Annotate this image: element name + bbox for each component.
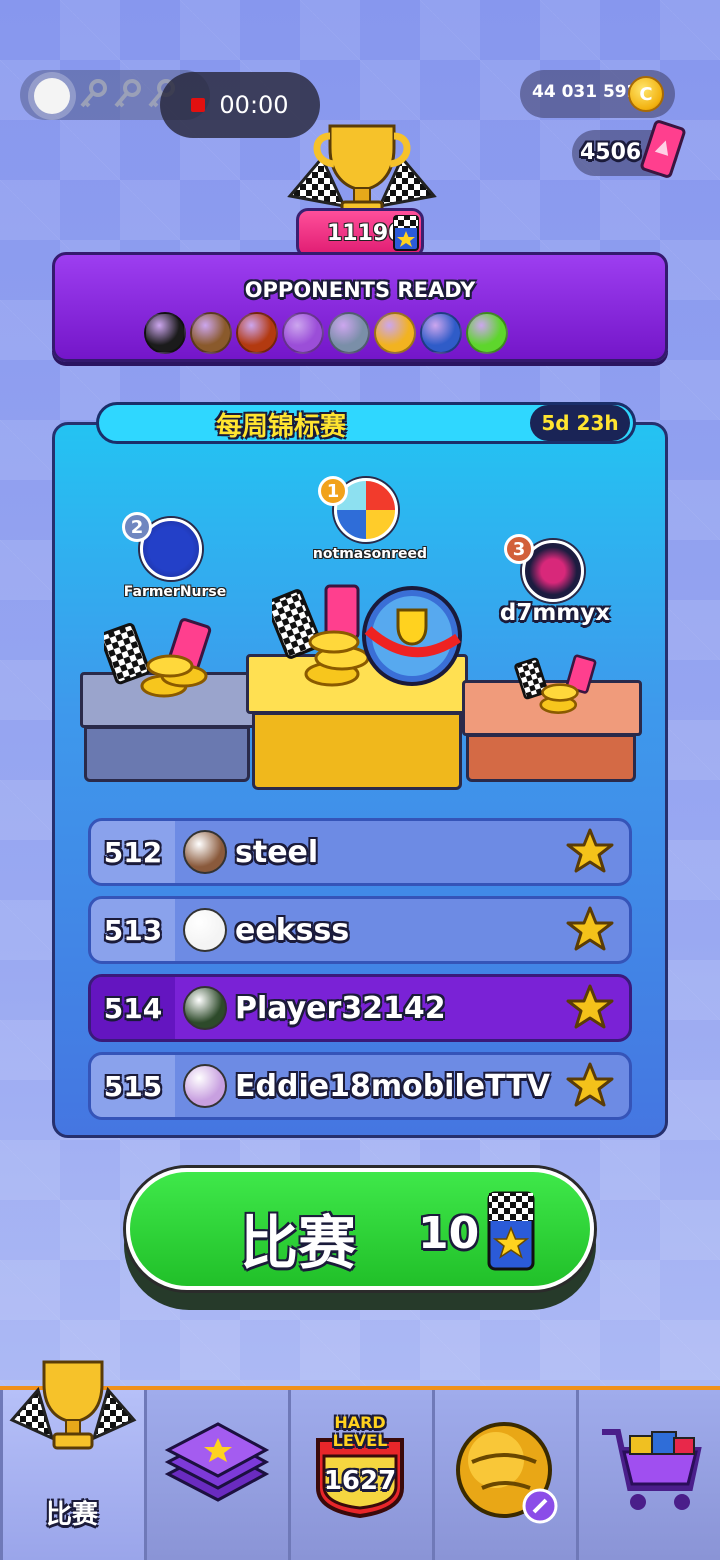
row-player-name: eeksss <box>235 912 350 948</box>
coin-icon: C <box>628 76 664 112</box>
record-icon <box>191 98 206 112</box>
player-avatar <box>183 830 227 874</box>
yarn-ball-icon <box>420 312 462 354</box>
podium-second <box>84 726 250 782</box>
cyber-ball-icon <box>328 312 370 354</box>
player-avatar <box>183 986 227 1030</box>
tournament-timer: 5d 23h <box>530 405 630 441</box>
rank-number: 3 <box>512 538 526 560</box>
eight-ball-icon <box>144 312 186 354</box>
prize-bundle-icon <box>104 618 212 698</box>
hard-level-tag: HARD LEVEL <box>332 1413 388 1450</box>
row-player-name: steel <box>235 834 319 870</box>
prize-bundle-icon <box>514 654 597 714</box>
star-icon <box>566 828 614 873</box>
hard-level-number: 1627 <box>323 1466 397 1496</box>
podium-second-name: FarmerNurse <box>123 584 227 600</box>
cards-icon <box>164 1422 270 1502</box>
row-rank: 513 <box>91 899 175 961</box>
play-cost: 10 <box>418 1208 480 1259</box>
nav-tab-label: 比赛 <box>45 1500 98 1530</box>
tournament-title: 每周锦标赛 <box>215 412 346 442</box>
row-player-name: Eddie18mobileTTV <box>235 1068 550 1104</box>
row-player-name: Player32142 <box>235 990 446 1026</box>
opponents-title: OPPONENTS READY <box>244 278 476 302</box>
time-left: 5d 23h <box>541 411 619 435</box>
apple-ball-icon <box>466 312 508 354</box>
leaderboard-row[interactable]: 512 steel <box>88 818 632 886</box>
rank-number: 2 <box>130 516 144 538</box>
podium-third <box>466 734 636 782</box>
leaderboard-row[interactable]: 515 Eddie18mobileTTV <box>88 1052 632 1120</box>
race-flag-icon <box>487 1191 535 1271</box>
leaderboard-row[interactable]: 513 eeksss <box>88 896 632 964</box>
key-icon <box>114 79 141 108</box>
coins-amount: 44 031 592 <box>532 82 639 102</box>
player-avatar <box>183 1064 227 1108</box>
ticket-icon <box>640 120 686 178</box>
hardhat-ball-icon <box>374 312 416 354</box>
recording-time: 00:00 <box>219 91 289 119</box>
player-avatar <box>183 908 227 952</box>
podium-first <box>252 712 462 790</box>
lava-ball-icon <box>236 312 278 354</box>
grand-prize-bundle-icon <box>272 584 462 687</box>
race-flag-icon <box>393 215 419 251</box>
star-icon <box>566 984 614 1029</box>
rank-badge-third: 3 <box>504 534 534 564</box>
row-rank: 514 <box>91 977 175 1039</box>
macaron-ball-icon <box>282 312 324 354</box>
trophy-icon <box>9 1360 137 1450</box>
shop-cart-icon <box>602 1429 702 1510</box>
keys-toggle-knob <box>34 78 70 114</box>
podium-third-name: d7mmyx <box>499 600 611 626</box>
podium-first-name: notmasonreed <box>312 546 428 562</box>
coconut-ball-icon <box>190 312 232 354</box>
rank-badge-second: 2 <box>122 512 152 542</box>
row-rank: 512 <box>91 821 175 883</box>
ball-customize-icon <box>456 1422 558 1524</box>
rank-badge-first: 1 <box>318 476 348 506</box>
row-rank: 515 <box>91 1055 175 1117</box>
leaderboard-row[interactable]: 514 Player32142 <box>88 974 632 1042</box>
play-button-label: 比赛 <box>240 1209 357 1277</box>
coin-symbol: C <box>639 83 653 105</box>
star-icon <box>566 1062 614 1107</box>
tickets-amount: 4506 <box>580 140 642 165</box>
star-icon <box>566 906 614 951</box>
key-icon <box>80 79 107 108</box>
rank-number: 1 <box>326 480 340 502</box>
